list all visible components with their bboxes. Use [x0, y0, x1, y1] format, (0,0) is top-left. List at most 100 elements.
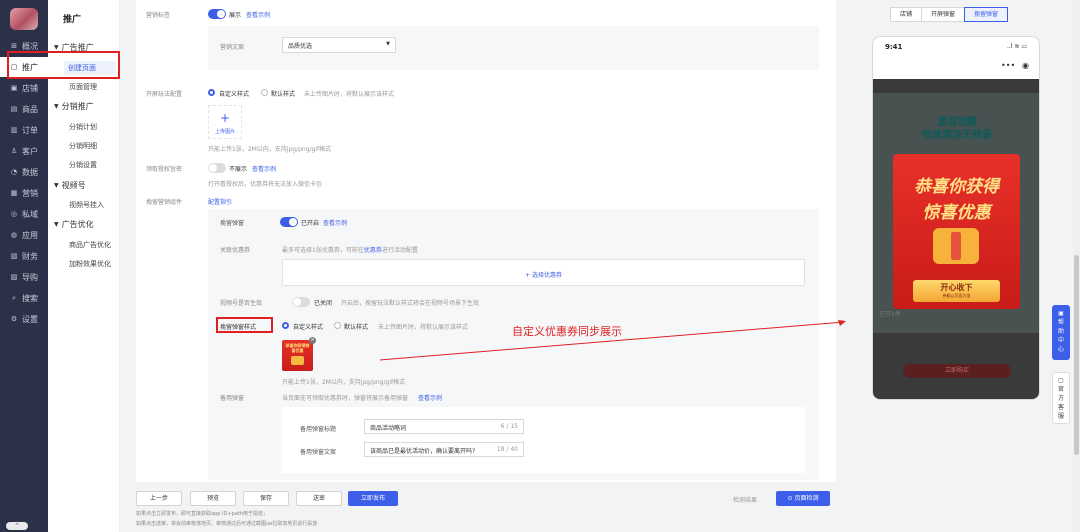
popup-accept-button[interactable]: 开心收下 券额以页面为准: [913, 280, 1000, 302]
retain-guide-link[interactable]: 配置指引: [208, 197, 232, 206]
tab-open-popup[interactable]: 开屏弹窗: [921, 7, 966, 22]
marketing-copy-select[interactable]: 品质优选 ▼: [282, 37, 396, 53]
nav-label: 设置: [22, 314, 38, 324]
coupon-add-button[interactable]: + 选择优惠券: [283, 270, 804, 279]
auth-toggle-text: 不展示: [229, 166, 248, 173]
publish-button[interactable]: 立即发布: [348, 491, 398, 506]
nav-icon: ▨: [10, 273, 18, 281]
auth-toggle[interactable]: [208, 163, 226, 173]
footer-bar: 上一步 预览 保存 送审 立即发布 检测结果 ⊙ 页面检测 如果点击立即发布，即…: [126, 485, 846, 532]
nav-label: 私域: [22, 209, 38, 219]
help-center-button[interactable]: ▣ 帮助中心: [1052, 305, 1070, 360]
video-effect-toggle[interactable]: [292, 297, 310, 307]
gift-icon: [933, 228, 979, 264]
backup-example-link[interactable]: 查看示例: [418, 393, 442, 402]
subnav-item-fans-opt[interactable]: 加粉效果优化: [69, 259, 111, 269]
nav-label: 客户: [22, 146, 38, 156]
auth-example-link[interactable]: 查看示例: [252, 164, 276, 173]
popup-style-radio-custom[interactable]: [282, 322, 289, 329]
nav-label: 概况: [22, 41, 38, 51]
nav-item-11[interactable]: ▨ 导购: [0, 267, 48, 287]
backup-title-input[interactable]: 商品活动略词 6 / 15: [364, 419, 524, 434]
nav-icon: ⊞: [11, 42, 17, 50]
popup-style-radio-default[interactable]: [334, 322, 341, 329]
open-config-radio-custom[interactable]: [208, 89, 215, 96]
subnav-group-video[interactable]: ▼ 视频号: [54, 180, 86, 191]
save-button[interactable]: 保存: [243, 491, 289, 506]
customer-service-button[interactable]: ▢ 官方客服: [1052, 372, 1070, 424]
tab-shop[interactable]: 店铺: [890, 7, 923, 22]
banner-line-2: 快速清洁无残留: [922, 130, 992, 141]
chat-icon: ▢: [1058, 377, 1064, 384]
marketing-tag-label: 营销标签: [146, 12, 171, 19]
footer-note-1: 如果点击立即发布，即可直接获取app ID+path用于投放；: [136, 511, 268, 517]
subnav-item-dist-detail[interactable]: 分销明细: [69, 141, 97, 151]
nav-item-10[interactable]: ▧ 财务: [0, 246, 48, 266]
open-config-radio-default[interactable]: [261, 89, 268, 96]
nav-icon: ▧: [10, 252, 18, 260]
nav-item-2[interactable]: ▣ 店铺: [0, 78, 48, 98]
open-config-hint: 未上传图片时，将默认展示该样式: [304, 91, 395, 98]
nav-label: 财务: [22, 251, 38, 261]
retain-popup-toggle[interactable]: [280, 217, 298, 227]
retain-popup-toggle-text: 已开启: [301, 220, 320, 227]
preview-button[interactable]: 预览: [190, 491, 236, 506]
caret-down-icon: ▼: [54, 44, 59, 51]
collapse-toggle[interactable]: ⌃: [6, 522, 28, 530]
open-config-opt1: 自定义样式: [219, 91, 250, 98]
backup-title-count: 6 / 15: [500, 423, 518, 430]
subnav-item-video-mount[interactable]: 视频号挂入: [69, 200, 104, 210]
scrollbar[interactable]: [1073, 0, 1080, 532]
retain-popup: 恭喜你获得 惊喜优惠 开心收下 券额以页面为准: [893, 154, 1020, 309]
bg-buy-bar: 立即购买: [873, 364, 1039, 382]
form-card: 营销标签 展示 查看示例 营销文案 品质优选 ▼ 开屏玩法配置 自定义样式 默认样…: [136, 0, 836, 482]
coupon-label: 关联优惠券: [220, 247, 251, 254]
coupon-link[interactable]: 优惠券: [364, 247, 382, 254]
subnav-item-dist-settings[interactable]: 分销设置: [69, 160, 97, 170]
subnav-item-product-opt[interactable]: 商品广告优化: [69, 240, 111, 250]
nav-item-4[interactable]: ▥ 订单: [0, 120, 48, 140]
marketing-tag-example-link[interactable]: 查看示例: [246, 10, 270, 19]
phone-preview: 9:41 ..l ≋ ▭ ••• ◉ 速溶泡腾 快速清洁无残留 立即购买 已开1件…: [872, 36, 1040, 400]
open-config-upload[interactable]: + 上传图片: [208, 105, 242, 139]
nav-item-5[interactable]: ♙ 客户: [0, 141, 48, 161]
backup-title-label: 备用弹窗标题: [300, 426, 337, 433]
marketing-tag-toggle[interactable]: [208, 9, 226, 19]
nav-item-6[interactable]: ◔ 数据: [0, 162, 48, 182]
app-logo: [10, 8, 38, 30]
video-effect-label: 视频号是否生效: [220, 300, 263, 307]
nav-item-9[interactable]: ◍ 应用: [0, 225, 48, 245]
subnav-group-distribution[interactable]: ▼ 分销推广: [54, 101, 94, 112]
backup-hint: 当页面无可领取优惠券时，弹窗将展示备用弹窗: [282, 395, 409, 402]
retain-popup-example-link[interactable]: 查看示例: [323, 218, 347, 227]
page-check-button[interactable]: ⊙ 页面检测: [776, 491, 830, 506]
backup-copy-input[interactable]: 该商品已是最优活动价，确认要离开吗? 18 / 40: [364, 442, 524, 457]
subnav-group-optimize[interactable]: ▼ 广告优化: [54, 219, 94, 230]
gift-icon: [291, 356, 304, 365]
coupon-add-box[interactable]: + 选择优惠券: [282, 259, 805, 286]
nav-item-12[interactable]: ⌕ 搜索: [0, 288, 48, 308]
nav-item-13[interactable]: ⚙ 设置: [0, 309, 48, 329]
subnav-item-page-manage[interactable]: 页面管理: [69, 82, 97, 92]
nav-icon: ◔: [10, 168, 18, 176]
nav-label: 数据: [22, 167, 38, 177]
nav-item-7[interactable]: ▦ 营销: [0, 183, 48, 203]
nav-item-3[interactable]: ▤ 商品: [0, 99, 48, 119]
popup-style-thumbnail[interactable]: 恭喜你获得惊喜优惠: [282, 340, 313, 371]
highlight-box-popup-style: [216, 317, 273, 333]
backup-copy-count: 18 / 40: [496, 446, 518, 453]
nav-icon: ▥: [10, 126, 18, 134]
chevron-down-icon: ▼: [386, 41, 390, 47]
nav-icon: ♙: [10, 147, 18, 155]
nav-label: 商品: [22, 104, 38, 114]
nav-item-8[interactable]: ◎ 私域: [0, 204, 48, 224]
subnav-item-dist-plan[interactable]: 分销计划: [69, 122, 97, 132]
close-icon[interactable]: ×: [309, 337, 316, 344]
bg-text: 已开1件: [879, 311, 901, 318]
capsule-menu[interactable]: ••• ◉: [1001, 59, 1029, 71]
backup-panel: 备用弹窗标题 商品活动略词 6 / 15 备用弹窗文案 该商品已是最优活动价，确认…: [282, 407, 805, 473]
tab-retain-popup[interactable]: 挽留弹窗: [964, 7, 1009, 22]
submit-review-button[interactable]: 送审: [296, 491, 342, 506]
prev-step-button[interactable]: 上一步: [136, 491, 182, 506]
nav-icon: ⚙: [10, 315, 18, 323]
